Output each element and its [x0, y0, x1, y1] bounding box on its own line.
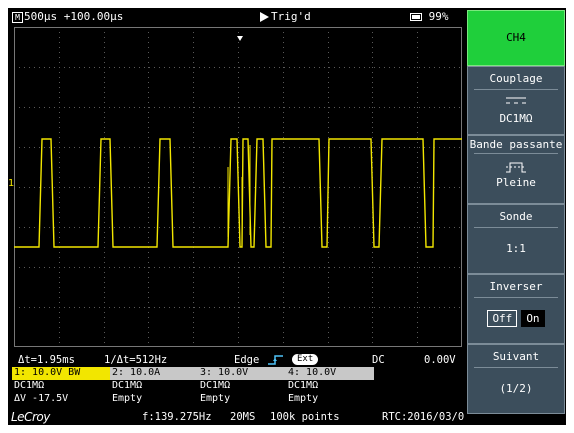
- channel-4-cell[interactable]: 4: 10.0V DC1MΩ Empty: [286, 367, 374, 406]
- top-status-bar: M 500µs +100.00µs Trig'd 99%: [8, 8, 460, 26]
- timebase-marker-icon: M: [12, 11, 23, 23]
- frequency-readout: f:139.275Hz: [142, 411, 212, 423]
- timebase-readout[interactable]: M 500µs +100.00µs: [12, 8, 123, 26]
- channel-3-scale: 3: 10.0V: [198, 367, 286, 380]
- divider: [474, 367, 558, 368]
- channel-1-cell[interactable]: 1: 10.0V BW DC1MΩ ΔV -17.5V: [12, 367, 110, 406]
- sample-rate-readout: 20MS: [230, 411, 256, 423]
- channel-4-scale: 4: 10.0V: [286, 367, 374, 380]
- channel-2-cell[interactable]: 2: 10.0A DC1MΩ Empty: [110, 367, 198, 406]
- brand-logo: LeCroy: [11, 410, 50, 424]
- play-icon: [260, 12, 269, 22]
- channel-4-status: Empty: [288, 392, 319, 404]
- dc-coupling-icon: [468, 96, 564, 108]
- channel-2-scale: 2: 10.0A: [110, 367, 198, 380]
- battery-indicator: 99%: [410, 8, 449, 26]
- channel-2-coupling: DC1MΩ: [112, 380, 143, 391]
- measurement-row: Δt=1.95ms 1/Δt=512Hz Edge Ext DC 0.00V: [12, 354, 460, 367]
- probe-title: Sonde: [499, 210, 533, 223]
- bandwidth-filter-icon: [468, 160, 564, 174]
- probe-button[interactable]: Sonde 1:1: [467, 204, 565, 274]
- trigger-position-marker: [237, 36, 243, 41]
- trigger-edge-icon: [268, 354, 284, 367]
- oscilloscope-screen: M 500µs +100.00µs Trig'd 99% 1 Δt=1.95ms …: [8, 8, 566, 425]
- channel-settings-row: 1: 10.0V BW DC1MΩ ΔV -17.5V 2: 10.0A DC1…: [12, 367, 376, 406]
- trigger-status: Trig'd: [260, 8, 311, 26]
- divider: [474, 227, 558, 228]
- ch1-waveform-trace: [14, 138, 462, 248]
- channel-3-coupling: DC1MΩ: [200, 380, 231, 391]
- timebase-text: 500µs +100.00µs: [24, 10, 124, 23]
- invert-off-option[interactable]: Off: [487, 310, 518, 327]
- ch1-ground-marker[interactable]: 1: [8, 178, 14, 190]
- inverse-delta-t-readout: 1/Δt=512Hz: [104, 354, 168, 366]
- bottom-status-bar: LeCroy f:139.275Hz 20MS 100k points RTC:…: [8, 409, 527, 425]
- bandwidth-title: Bande passante: [469, 138, 563, 151]
- trigger-level-readout: 0.00V: [424, 354, 456, 366]
- next-page-button[interactable]: Suivant (1/2): [467, 344, 565, 414]
- battery-text: 99%: [428, 10, 449, 23]
- menu-page-indicator: (1/2): [499, 382, 533, 395]
- softkey-menu: CH4 Couplage DC1MΩ Bande passante Pleine…: [464, 8, 566, 425]
- divider: [474, 153, 558, 154]
- invert-title: Inverser: [489, 280, 543, 293]
- invert-toggle[interactable]: Off On: [468, 310, 564, 327]
- trigger-status-text: Trig'd: [271, 10, 311, 23]
- screenshot-frame: M 500µs +100.00µs Trig'd 99% 1 Δt=1.95ms …: [0, 0, 574, 433]
- trigger-type-label: Edge: [234, 354, 260, 366]
- channel-4-coupling: DC1MΩ: [288, 380, 319, 391]
- probe-value: 1:1: [506, 242, 526, 255]
- channel-2-status: Empty: [112, 392, 143, 404]
- next-title: Suivant: [492, 350, 540, 363]
- trigger-source-text: Ext: [292, 354, 319, 365]
- channel-1-coupling: DC1MΩ: [14, 380, 45, 391]
- battery-icon: [410, 13, 422, 21]
- bandwidth-button[interactable]: Bande passante Pleine: [467, 135, 565, 204]
- channel-1-delta-v: ΔV -17.5V: [14, 392, 69, 404]
- channel-3-cell[interactable]: 3: 10.0V DC1MΩ Empty: [198, 367, 286, 406]
- channel-1-scale: 1: 10.0V BW: [12, 367, 110, 380]
- trigger-coupling-label: DC: [372, 354, 385, 366]
- record-length-readout: 100k points: [270, 411, 340, 423]
- bandwidth-value: Pleine: [496, 176, 536, 189]
- delta-t-readout: Δt=1.95ms: [18, 354, 75, 366]
- channel-4-menu-title[interactable]: CH4: [467, 10, 565, 66]
- divider: [474, 297, 558, 298]
- divider: [474, 89, 558, 90]
- invert-on-option[interactable]: On: [521, 310, 545, 327]
- waveform-display[interactable]: [14, 27, 462, 347]
- channel-3-status: Empty: [200, 392, 231, 404]
- invert-button[interactable]: Inverser Off On: [467, 274, 565, 344]
- coupling-title: Couplage: [489, 72, 543, 85]
- coupling-button[interactable]: Couplage DC1MΩ: [467, 66, 565, 135]
- coupling-value: DC1MΩ: [499, 112, 533, 125]
